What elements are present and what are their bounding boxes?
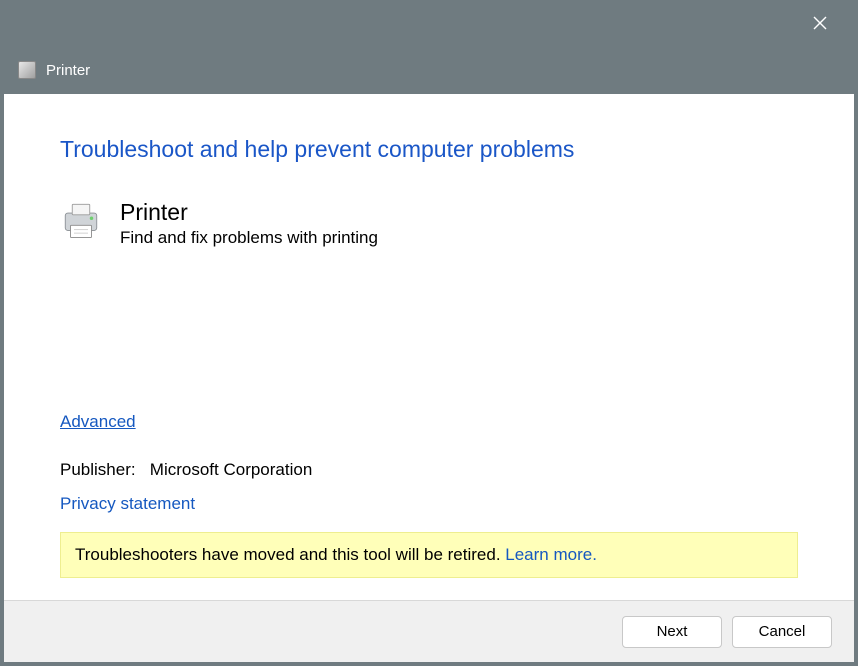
close-button[interactable] <box>800 3 840 43</box>
titlebar <box>0 0 858 46</box>
printer-icon <box>60 199 102 241</box>
cancel-button[interactable]: Cancel <box>732 616 832 648</box>
publisher-row: Publisher: Microsoft Corporation <box>60 460 798 480</box>
content-area: Troubleshoot and help prevent computer p… <box>4 94 854 600</box>
advanced-link[interactable]: Advanced <box>60 412 136 432</box>
button-bar: Next Cancel <box>4 600 854 662</box>
printer-small-icon <box>18 61 36 79</box>
troubleshooter-header: Printer Find and fix problems with print… <box>60 199 798 248</box>
page-title: Troubleshoot and help prevent computer p… <box>60 136 798 163</box>
subtitlebar: Printer <box>0 46 858 94</box>
banner-text: Troubleshooters have moved and this tool… <box>75 545 505 564</box>
privacy-statement-link[interactable]: Privacy statement <box>60 494 195 514</box>
publisher-value: Microsoft Corporation <box>150 460 313 479</box>
retirement-banner: Troubleshooters have moved and this tool… <box>60 532 798 578</box>
window-title: Printer <box>46 62 90 79</box>
troubleshooter-title: Printer <box>120 199 378 226</box>
troubleshooter-description: Find and fix problems with printing <box>120 228 378 248</box>
learn-more-link[interactable]: Learn more. <box>505 545 597 564</box>
next-button[interactable]: Next <box>622 616 722 648</box>
close-icon <box>812 15 828 31</box>
publisher-label: Publisher: <box>60 460 136 479</box>
